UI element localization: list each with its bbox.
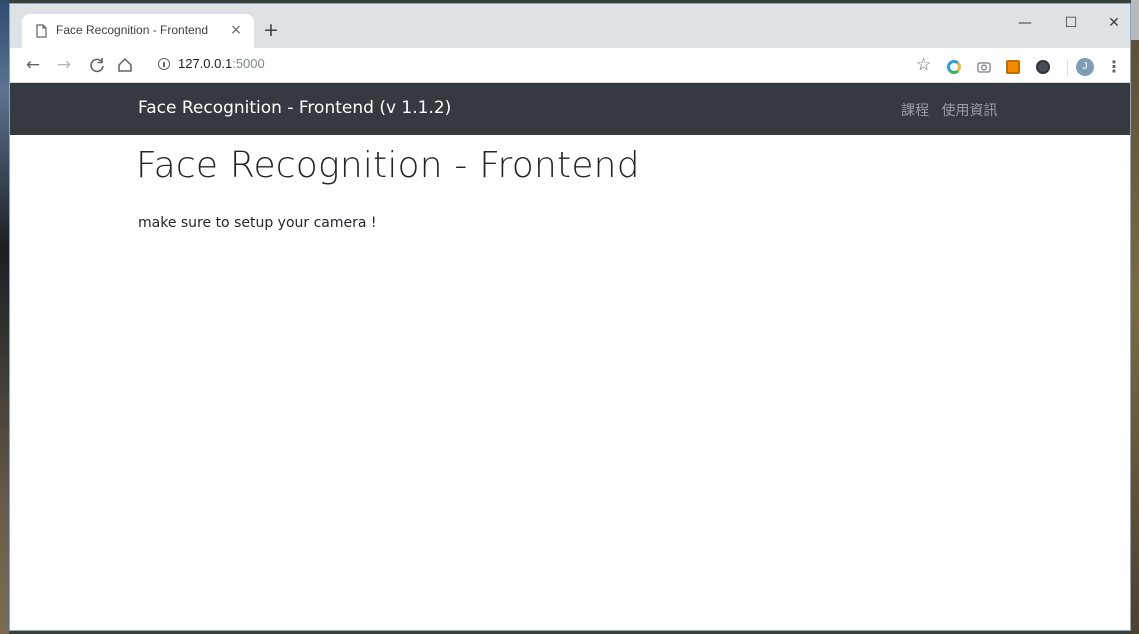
page-title: Face Recognition - Frontend — [136, 145, 640, 186]
close-tab-icon[interactable]: × — [228, 22, 244, 38]
close-window-button[interactable]: ✕ — [1103, 12, 1125, 34]
web-page: Face Recognition - Frontend (v 1.1.2) 課程… — [10, 83, 1130, 630]
avatar[interactable]: J — [1076, 58, 1094, 76]
toolbar-divider — [1067, 60, 1068, 76]
camera-setup-message: make sure to setup your camera ! — [138, 215, 377, 231]
compass-extension-icon[interactable] — [947, 60, 961, 74]
navbar-brand[interactable]: Face Recognition - Frontend (v 1.1.2) — [138, 98, 451, 118]
arrow-right-icon[interactable]: → — [53, 54, 75, 76]
desktop-background-left — [0, 0, 9, 634]
kebab-menu-icon[interactable]: ⋮ — [1106, 56, 1122, 78]
nav-link-usage-info[interactable]: 使用資訊 — [941, 103, 997, 119]
home-icon[interactable] — [114, 54, 136, 76]
orange-extension-icon[interactable] — [1006, 60, 1020, 74]
info-icon[interactable] — [158, 58, 170, 70]
browser-window: Face Recognition - Frontend × + — ☐ ✕ ← … — [9, 3, 1131, 631]
page-icon — [36, 24, 47, 38]
url-host: 127.0.0.1 — [178, 56, 233, 71]
star-icon[interactable]: ☆ — [916, 55, 931, 75]
minimize-button[interactable]: — — [1014, 12, 1036, 34]
camera-extension-icon[interactable] — [977, 60, 991, 74]
reload-icon[interactable] — [86, 54, 108, 76]
site-navbar: Face Recognition - Frontend (v 1.1.2) 課程… — [10, 83, 1130, 135]
desktop-background-right — [1131, 0, 1139, 634]
url-port: :5000 — [232, 56, 265, 71]
tab-title: Face Recognition - Frontend — [56, 23, 209, 37]
url-text[interactable]: 127.0.0.1:5000 — [178, 56, 265, 71]
new-tab-button[interactable]: + — [261, 20, 281, 40]
shield-extension-icon[interactable] — [1036, 60, 1050, 74]
nav-link-courses[interactable]: 課程 — [901, 103, 929, 119]
browser-tab[interactable]: Face Recognition - Frontend × — [22, 14, 254, 48]
maximize-button[interactable]: ☐ — [1060, 12, 1082, 34]
address-bar[interactable]: 127.0.0.1:5000 ☆ — [146, 52, 938, 79]
arrow-left-icon[interactable]: ← — [22, 54, 44, 76]
browser-toolbar: ← → 127.0.0.1:5000 ☆ J ⋮ — [10, 48, 1130, 83]
navbar-links: 課程 使用資訊 — [901, 100, 1005, 120]
tab-strip: Face Recognition - Frontend × + — ☐ ✕ — [10, 4, 1130, 48]
